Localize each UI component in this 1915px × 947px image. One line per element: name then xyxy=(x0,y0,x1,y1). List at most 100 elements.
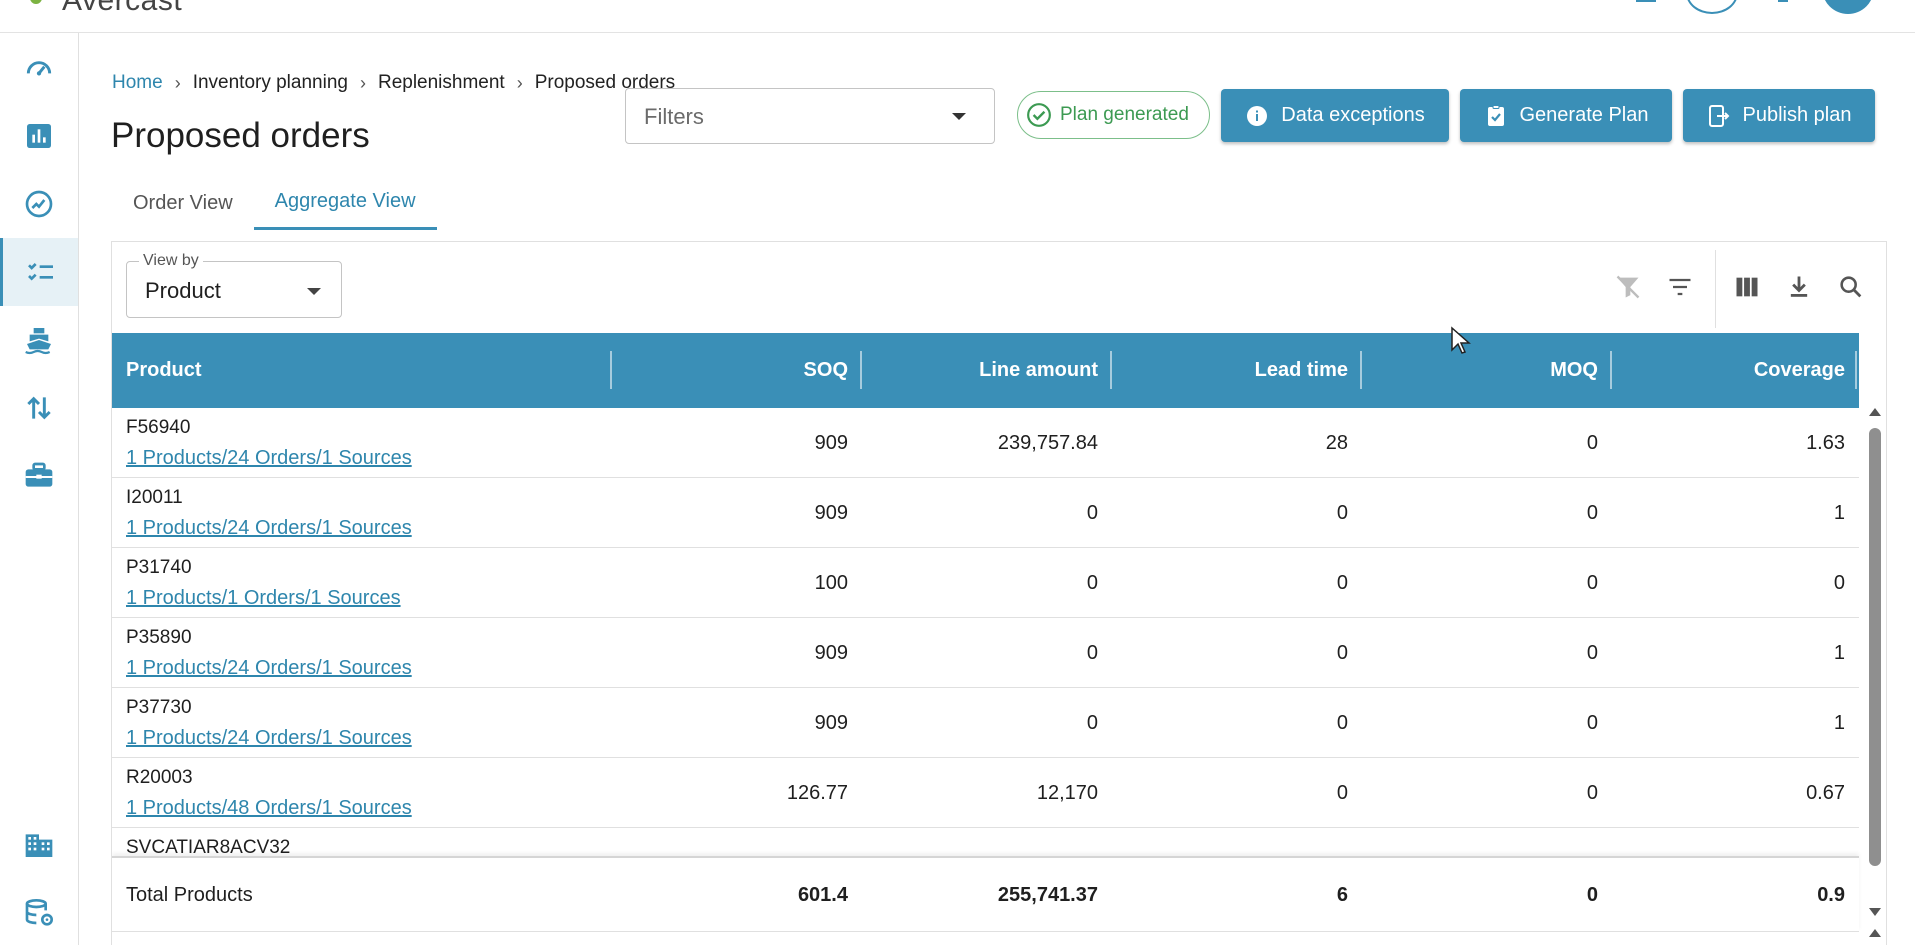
breadcrumb-separator: › xyxy=(516,72,523,93)
toolbar-divider xyxy=(1715,250,1716,328)
column-header-product[interactable]: Product xyxy=(126,333,202,408)
clear-filter-button[interactable] xyxy=(1613,272,1643,302)
table-row[interactable]: I20011 1 Products/24 Orders/1 Sources 90… xyxy=(112,478,1859,548)
column-header-lead-time[interactable]: Lead time xyxy=(1112,333,1348,408)
scrollbar-thumb[interactable] xyxy=(1869,428,1881,866)
sidebar xyxy=(0,33,79,945)
database-settings-icon xyxy=(25,899,53,926)
table-row[interactable]: R20003 1 Products/48 Orders/1 Sources 12… xyxy=(112,758,1859,828)
columns-button[interactable] xyxy=(1732,272,1762,302)
table-row[interactable]: F56940 1 Products/24 Orders/1 Sources 90… xyxy=(112,408,1859,478)
publish-plan-label: Publish plan xyxy=(1742,104,1852,126)
cell-line-amount: 0 xyxy=(1086,501,1098,524)
product-code: P35890 xyxy=(126,627,192,648)
generate-plan-button[interactable]: Generate Plan xyxy=(1460,89,1672,142)
trend-icon xyxy=(25,190,53,218)
column-header-coverage[interactable]: Coverage xyxy=(1612,333,1845,408)
view-tabs: Order View Aggregate View xyxy=(112,176,437,230)
scroll-up-arrow[interactable] xyxy=(1869,929,1881,937)
swap-arrows-icon xyxy=(27,396,51,420)
cell-soq: 126.77 xyxy=(786,781,848,804)
sidebar-item-locations[interactable] xyxy=(0,811,78,879)
filter-button[interactable] xyxy=(1665,272,1695,302)
total-lead-time: 6 xyxy=(1336,883,1348,906)
cell-moq: 0 xyxy=(1586,781,1598,804)
search-icon xyxy=(1840,276,1862,298)
filter-off-icon xyxy=(1616,275,1640,299)
sidebar-item-data-settings[interactable] xyxy=(0,879,78,947)
tab-order-view[interactable]: Order View xyxy=(112,176,254,230)
cell-moq: 0 xyxy=(1586,711,1598,734)
scroll-down-arrow[interactable] xyxy=(1869,908,1881,916)
cell-coverage: 1 xyxy=(1833,711,1845,734)
sidebar-item-shipping[interactable] xyxy=(0,306,78,374)
product-code: F56940 xyxy=(126,417,191,438)
columns-icon xyxy=(1736,277,1758,297)
chevron-down-icon xyxy=(307,288,321,295)
filters-dropdown[interactable]: Filters xyxy=(625,88,995,144)
product-summary-link[interactable]: 1 Products/1 Orders/1 Sources xyxy=(126,587,401,610)
cell-lead-time: 0 xyxy=(1336,501,1348,524)
breadcrumb: Home › Inventory planning › Replenishmen… xyxy=(112,72,675,94)
table-row[interactable]: P35890 1 Products/24 Orders/1 Sources 90… xyxy=(112,618,1859,688)
cell-line-amount: 0 xyxy=(1086,711,1098,734)
cell-lead-time: 28 xyxy=(1325,431,1348,454)
product-code: P37730 xyxy=(126,697,192,718)
table-row[interactable]: SVCATIAR8ACV32 xyxy=(112,828,1859,856)
cell-moq: 0 xyxy=(1586,641,1598,664)
product-summary-link[interactable]: 1 Products/24 Orders/1 Sources xyxy=(126,447,412,470)
tab-aggregate-view[interactable]: Aggregate View xyxy=(253,176,437,230)
sidebar-item-forecast[interactable] xyxy=(0,170,78,238)
column-header-moq[interactable]: MOQ xyxy=(1362,333,1598,408)
view-by-select[interactable]: View by Product xyxy=(126,252,342,318)
product-summary-link[interactable]: 1 Products/24 Orders/1 Sources xyxy=(126,727,412,750)
cell-lead-time: 0 xyxy=(1336,781,1348,804)
generate-plan-label: Generate Plan xyxy=(1519,104,1649,126)
product-code: SVCATIAR8ACV32 xyxy=(126,837,291,856)
breadcrumb-replenishment[interactable]: Replenishment xyxy=(378,72,505,94)
table-row[interactable]: P37730 1 Products/24 Orders/1 Sources 90… xyxy=(112,688,1859,758)
status-badge: Plan generated xyxy=(1017,91,1210,139)
app-brand: Avercast xyxy=(62,0,183,17)
table-row[interactable]: P31740 1 Products/1 Orders/1 Sources 100… xyxy=(112,548,1859,618)
totals-label: Total Products xyxy=(126,883,253,906)
avatar[interactable] xyxy=(1822,0,1874,14)
building-icon xyxy=(25,834,53,857)
vertical-scrollbar[interactable] xyxy=(1868,408,1882,923)
sidebar-item-transfers[interactable] xyxy=(0,374,78,442)
status-badge-label: Plan generated xyxy=(1060,104,1189,125)
product-code: I20011 xyxy=(126,487,183,508)
product-summary-link[interactable]: 1 Products/24 Orders/1 Sources xyxy=(126,517,412,540)
search-button[interactable] xyxy=(1836,272,1866,302)
cell-lead-time: 0 xyxy=(1336,641,1348,664)
sidebar-item-business[interactable] xyxy=(0,442,78,510)
column-header-soq[interactable]: SOQ xyxy=(612,333,848,408)
product-summary-link[interactable]: 1 Products/24 Orders/1 Sources xyxy=(126,657,412,680)
breadcrumb-inventory-planning[interactable]: Inventory planning xyxy=(193,72,348,94)
menu-icon[interactable] xyxy=(1636,0,1656,2)
notification-icon[interactable] xyxy=(1778,0,1788,2)
checklist-icon xyxy=(27,263,53,281)
download-button[interactable] xyxy=(1784,272,1814,302)
cell-soq: 909 xyxy=(814,711,848,734)
scroll-up-arrow[interactable] xyxy=(1869,408,1881,416)
breadcrumb-home[interactable]: Home xyxy=(112,72,163,94)
data-grid-panel: View by Product Product SOQ Line amount … xyxy=(111,241,1887,945)
publish-plan-button[interactable]: Publish plan xyxy=(1683,89,1875,142)
total-soq: 601.4 xyxy=(797,883,848,906)
sidebar-item-replenishment[interactable] xyxy=(0,238,78,306)
cell-line-amount: 0 xyxy=(1086,571,1098,594)
data-exceptions-button[interactable]: Data exceptions xyxy=(1221,89,1449,142)
sidebar-item-reports[interactable] xyxy=(0,102,78,170)
column-header-line-amount[interactable]: Line amount xyxy=(862,333,1098,408)
table-header: Product SOQ Line amount Lead time MOQ Co… xyxy=(112,333,1859,408)
product-summary-link[interactable]: 1 Products/48 Orders/1 Sources xyxy=(126,797,412,820)
column-divider[interactable] xyxy=(1855,351,1857,389)
help-circle-icon[interactable] xyxy=(1686,0,1738,14)
cell-coverage: 1 xyxy=(1833,501,1845,524)
cell-moq: 0 xyxy=(1586,501,1598,524)
sidebar-item-dashboard[interactable] xyxy=(0,34,78,102)
filters-placeholder: Filters xyxy=(644,104,704,129)
cell-lead-time: 0 xyxy=(1336,571,1348,594)
data-exceptions-label: Data exceptions xyxy=(1281,104,1425,126)
